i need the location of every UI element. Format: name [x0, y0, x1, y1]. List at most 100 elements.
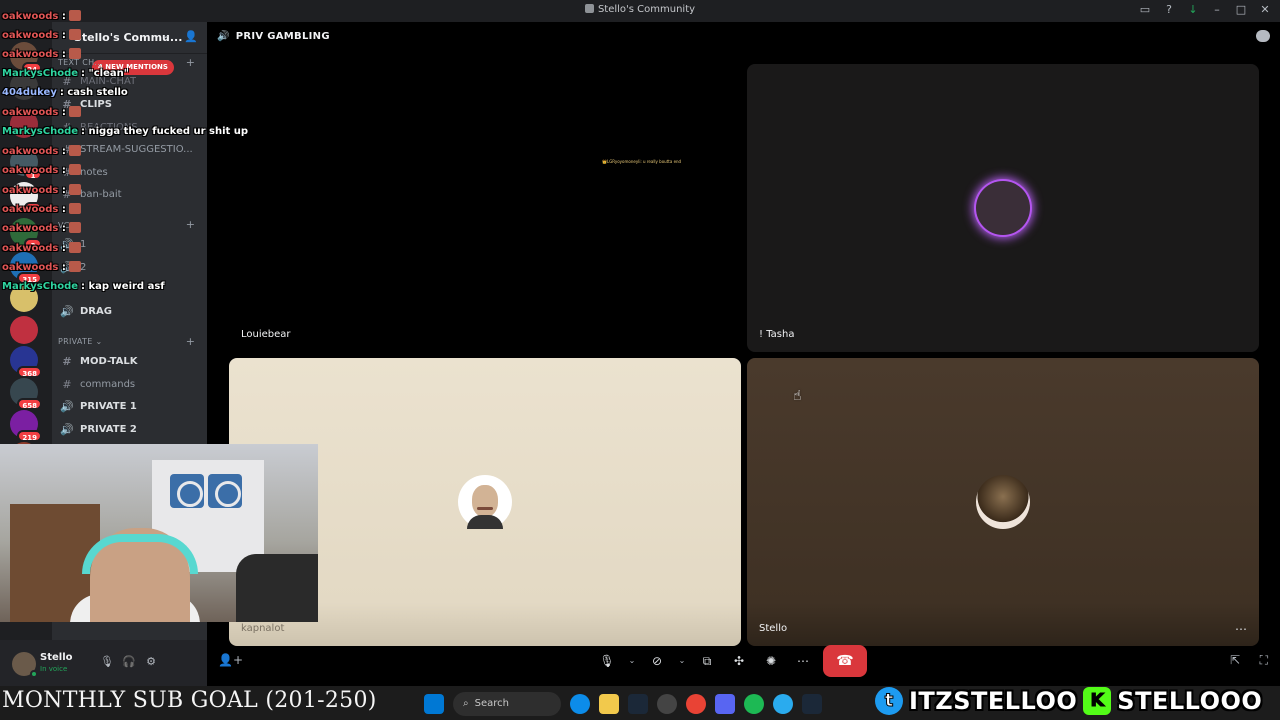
microphone-button[interactable]: 🎙 — [595, 649, 619, 673]
mention-badge: 658 — [17, 398, 42, 410]
windows-start-icon[interactable] — [424, 694, 444, 714]
disconnect-button[interactable]: ☎ — [823, 645, 867, 677]
chat-text: : cash stello — [59, 87, 128, 98]
chat-message: oakwoods : — [2, 106, 81, 118]
call-header: 🔊 PRIV GAMBLING — [217, 31, 330, 42]
file-explorer-icon[interactable] — [599, 694, 619, 714]
online-status-icon — [30, 670, 38, 678]
headset-icon[interactable]: 🎧 — [122, 655, 136, 669]
search-icon: ⌕ — [463, 698, 469, 709]
avatar — [458, 475, 512, 529]
emote-icon — [68, 261, 81, 272]
participant-name: Louiebear — [241, 329, 291, 340]
server-icon[interactable]: 219 — [10, 410, 42, 442]
chat-message: 404dukey: cash stello — [2, 87, 128, 98]
social-handles: t ITZSTELLOO K STELLOOO — [875, 684, 1262, 718]
emote-icon — [68, 10, 81, 21]
download-icon[interactable]: ↓ — [1186, 3, 1200, 17]
participant-name: ! Tasha — [759, 329, 795, 340]
taskbar-apps: ⌕ Search — [424, 692, 822, 716]
chat-username: oakwoods — [2, 185, 59, 196]
category-private[interactable]: PRIVATE ⌄ — [58, 337, 102, 346]
mouse-cursor-icon: ☝ — [793, 388, 802, 404]
spotify-icon[interactable] — [744, 694, 764, 714]
steam-icon[interactable] — [802, 694, 822, 714]
chat-username: oakwoods — [2, 204, 59, 215]
server-icon[interactable]: 368 — [10, 346, 42, 378]
chat-message: oakwoods : — [2, 184, 81, 196]
soundboard-button[interactable]: ✺ — [759, 649, 783, 673]
mute-mic-icon[interactable]: 🎙 — [100, 655, 114, 669]
chrome-icon[interactable] — [686, 694, 706, 714]
activities-button[interactable]: ✣ — [727, 649, 751, 673]
emote-icon — [68, 184, 81, 195]
participant-tile-tasha[interactable]: ! Tasha — [747, 64, 1259, 352]
server-icon[interactable] — [10, 316, 38, 344]
chat-message: oakwoods : — [2, 145, 81, 157]
fullscreen-icon[interactable]: ⛶ — [1260, 653, 1268, 668]
text-channel-icon: # — [62, 354, 72, 368]
camera-off-button[interactable]: ⊘ — [645, 649, 669, 673]
camera-options-chevron-icon[interactable]: ⌄ — [677, 649, 687, 673]
mic-options-chevron-icon[interactable]: ⌄ — [627, 649, 637, 673]
chat-username: MarkysChode — [2, 126, 79, 137]
participant-tile-stello[interactable]: Stello ⋯ — [747, 358, 1259, 646]
telegram-icon[interactable] — [773, 694, 793, 714]
help-icon[interactable]: ? — [1162, 3, 1176, 17]
twitter-handle: ITZSTELLOO — [909, 687, 1078, 715]
emote-icon — [68, 29, 81, 40]
voice-call-view: 🔊 PRIV GAMBLING 👑LGRyoyomoneyli: u really… — [207, 22, 1280, 686]
maximize-button[interactable]: □ — [1234, 3, 1248, 17]
headphones — [82, 534, 198, 574]
chat-message: oakwoods : — [2, 10, 81, 22]
inbox-icon[interactable]: ▭ — [1138, 3, 1152, 17]
chat-username: oakwoods — [2, 30, 59, 41]
chat-message: oakwoods : — [2, 48, 81, 60]
twitter-icon: t — [875, 687, 903, 715]
chat-message: MarkysChode: kap weird asf — [2, 281, 165, 292]
channel-mod-talk[interactable]: # MOD-TALK — [58, 352, 198, 370]
participant-name: Stello — [759, 623, 788, 634]
popout-icon[interactable]: ⇱ — [1230, 653, 1240, 667]
chat-message: oakwoods : — [2, 222, 81, 234]
chat-text: : nigga they fucked ur shit up — [81, 126, 249, 137]
voice-channel-private-1[interactable]: 🔊 PRIVATE 1 — [58, 397, 198, 415]
sub-goal-text: MONTHLY SUB GOAL (201-250) — [2, 688, 377, 713]
edge-icon[interactable] — [570, 694, 590, 714]
chat-username: oakwoods — [2, 243, 59, 254]
settings-app-icon[interactable] — [657, 694, 677, 714]
minimize-button[interactable]: – — [1210, 3, 1224, 17]
voice-channel-private-2[interactable]: 🔊 PRIVATE 2 — [58, 420, 198, 438]
kick-icon: K — [1083, 687, 1112, 715]
stream-chat-overlay: oakwoods : oakwoods : oakwoods : MarkysChod… — [0, 0, 248, 300]
chat-username: oakwoods — [2, 165, 59, 176]
invite-to-call-icon[interactable]: 👤+ — [218, 653, 243, 667]
more-button[interactable]: ⋯ — [791, 649, 815, 673]
shared-screen-text: 👑LGRyoyomoneyli: u really boutta end — [602, 159, 682, 164]
server-icon[interactable]: 658 — [10, 378, 42, 410]
voice-channel-drag[interactable]: 🔊 DRAG — [58, 302, 198, 320]
user-name: Stello — [40, 652, 73, 663]
emote-icon — [68, 222, 81, 233]
more-options-icon[interactable]: ⋯ — [1235, 622, 1247, 636]
close-button[interactable]: ✕ — [1258, 3, 1272, 17]
screen-share-button[interactable]: ⧉ — [695, 649, 719, 673]
chat-message: oakwoods : — [2, 242, 81, 254]
discord-icon[interactable] — [715, 694, 735, 714]
chat-message: oakwoods : — [2, 261, 81, 273]
participant-tile-louiebear[interactable]: 👑LGRyoyomoneyli: u really boutta end Lou… — [229, 64, 741, 352]
call-controls: 🎙 ⌄ ⊘ ⌄ ⧉ ✣ ✺ ⋯ ☎ — [595, 645, 867, 677]
channel-commands[interactable]: # commands — [58, 375, 198, 393]
emote-icon — [68, 164, 81, 175]
chat-username: oakwoods — [2, 223, 59, 234]
taskbar-search[interactable]: ⌕ Search — [453, 692, 561, 716]
chat-bubble-icon[interactable] — [1256, 30, 1270, 42]
steam-icon[interactable] — [628, 694, 648, 714]
chat-username: MarkysChode — [2, 68, 79, 79]
settings-gear-icon[interactable]: ⚙ — [144, 655, 158, 669]
emote-icon — [68, 242, 81, 253]
server-logo-icon — [584, 4, 594, 13]
emote-icon — [68, 106, 81, 117]
mention-badge: 219 — [17, 430, 42, 442]
add-channel-icon[interactable]: + — [186, 335, 195, 348]
